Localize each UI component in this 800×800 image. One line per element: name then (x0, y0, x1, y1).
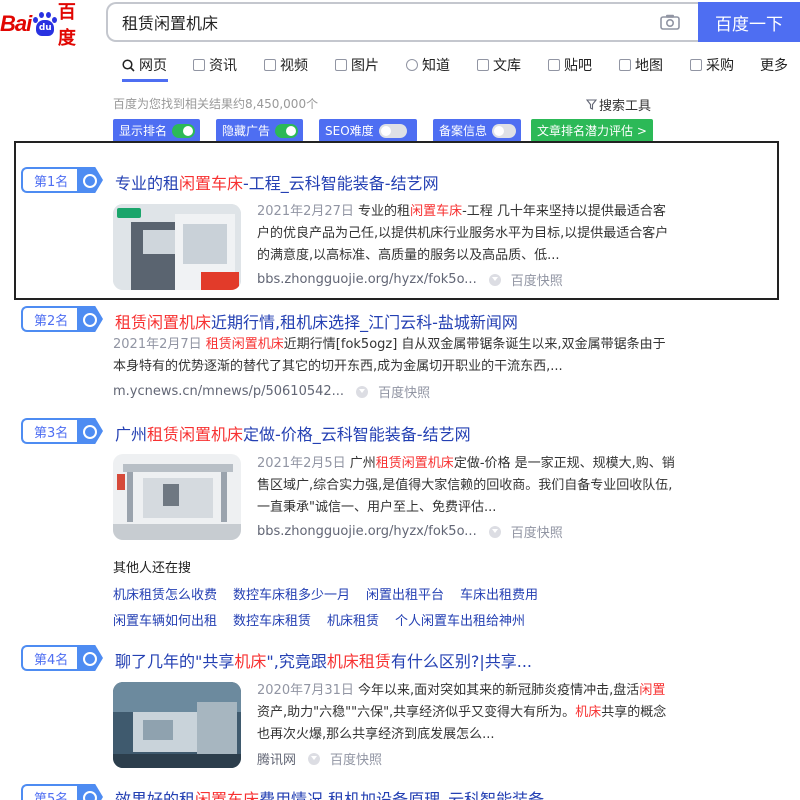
tab-web[interactable]: 网页 (122, 54, 193, 76)
baidu-logo[interactable]: Bai du 百度 (0, 2, 92, 49)
snapshot-link: 百度快照 (330, 753, 383, 768)
result-url[interactable]: 腾讯网 百度快照 (257, 749, 382, 768)
pill-seo-difficulty[interactable]: SEO难度 (319, 119, 417, 142)
rank-arrow-icon (77, 306, 103, 332)
result-count: 百度为您找到相关结果约8,450,000个 (113, 97, 319, 111)
related-search-link[interactable]: 数控车床租多少一月 (233, 584, 350, 603)
result-snippet: 2021年2月5日 广州租赁闲置机床定做-价格 是一家正规、规模大,购、销售区域… (257, 456, 675, 515)
toggle-switch[interactable] (492, 123, 516, 138)
factory-machine-image (113, 682, 241, 768)
doc-icon (477, 59, 489, 71)
rank-badge: 第1名 (21, 167, 103, 193)
tab-purchase[interactable]: 采购 (690, 54, 760, 76)
rank-badge: 第2名 (21, 306, 103, 332)
tieba-icon (548, 59, 560, 71)
dropdown-icon (308, 752, 321, 765)
tab-tieba[interactable]: 贴吧 (548, 54, 619, 76)
snapshot-link: 百度快照 (510, 274, 563, 289)
related-search-link[interactable]: 机床租赁 (327, 610, 379, 629)
rank-badge: 第5名 (21, 784, 103, 800)
dropdown-icon (356, 385, 369, 398)
tab-zhidao[interactable]: 知道 (406, 54, 477, 76)
logo-latin: Bai (0, 11, 32, 36)
toggle-switch[interactable] (275, 123, 298, 138)
rank-arrow-icon (77, 418, 103, 444)
gantry-machine-image (113, 454, 241, 540)
tab-more[interactable]: 更多 (760, 54, 788, 76)
result-url[interactable]: bbs.zhongguojie.org/hyzx/fok5o... 百度快照 (257, 270, 563, 289)
related-search-link[interactable]: 车床出租费用 (460, 584, 538, 603)
tab-map[interactable]: 地图 (619, 54, 690, 76)
result-title[interactable]: 聊了几年的"共享机床",究竟跟机床租赁有什么区别?|共享... (115, 648, 532, 672)
related-searches-title: 其他人还在搜 (113, 561, 192, 576)
result-thumbnail[interactable] (113, 454, 241, 540)
filter-icon (586, 99, 597, 110)
result-snippet: 2020年7月31日 今年以来,面对突如其来的新冠肺炎疫情冲击,盘活闲置资产,助… (257, 683, 667, 742)
map-icon (619, 59, 631, 71)
related-searches-row: 闲置车辆如何出租 数控车床租赁 机床租赁 个人闲置车出租给神州 (113, 610, 541, 629)
camera-icon[interactable] (660, 14, 680, 30)
result-title[interactable]: 租赁闲置机床近期行情,租机床选择_江门云科-盐城新闻网 (115, 309, 518, 333)
result-snippet: 2021年2月7日 租赁闲置机床近期行情[fok5ogz] 自从双金属带锯条诞生… (113, 337, 666, 374)
search-tabs: 网页 资讯 视频 图片 知道 文库 贴吧 地图 采购 更多 (122, 54, 788, 76)
search-tools-button[interactable]: 搜索工具 (586, 95, 651, 114)
related-search-link[interactable]: 数控车床租赁 (233, 610, 311, 629)
related-search-link[interactable]: 机床租赁怎么收费 (113, 584, 217, 603)
result-title[interactable]: 效果好的租闲置车床费用情况,租机加设备原理_云科智能装备... (115, 786, 559, 800)
tab-image[interactable]: 图片 (335, 54, 406, 76)
search-query: 租赁闲置机床 (122, 14, 219, 33)
search-button[interactable]: 百度一下 (698, 2, 800, 42)
pill-icp-info[interactable]: 备案信息 (433, 119, 521, 142)
video-icon (264, 59, 276, 71)
rank-badge: 第4名 (21, 645, 103, 671)
search-input[interactable]: 租赁闲置机床 (106, 2, 700, 42)
result-url[interactable]: bbs.zhongguojie.org/hyzx/fok5o... 百度快照 (257, 522, 563, 541)
result-title[interactable]: 广州租赁闲置机床定做-价格_云科智能装备-结艺网 (115, 421, 471, 445)
active-tab-indicator (122, 79, 168, 82)
pill-article-rank-assess[interactable]: 文章排名潜力评估 > (531, 119, 653, 142)
rank-arrow-icon (77, 645, 103, 671)
toggle-switch[interactable] (172, 123, 195, 138)
related-search-link[interactable]: 闲置车辆如何出租 (113, 610, 217, 629)
result-thumbnail[interactable] (113, 204, 241, 290)
toggle-switch[interactable] (378, 123, 407, 138)
snapshot-link: 百度快照 (510, 526, 563, 541)
result-title[interactable]: 专业的租闲置车床-工程_云科智能装备-结艺网 (115, 170, 439, 194)
rank-badge: 第3名 (21, 418, 103, 444)
plugin-toolbar: 显示排名 隐藏广告 SEO难度 备案信息 文章排名潜力评估 > (113, 119, 653, 142)
result-thumbnail[interactable] (113, 682, 241, 768)
image-icon (335, 59, 347, 71)
dropdown-icon (488, 273, 501, 286)
result-url[interactable]: m.ycnews.cn/mnews/p/50610542... 百度快照 (113, 382, 430, 401)
search-icon (122, 58, 135, 72)
tab-video[interactable]: 视频 (264, 54, 335, 76)
result-snippet: 2021年2月27日 专业的租闲置车床-工程 几十年来坚持以提供最适合客户的优良… (257, 204, 669, 263)
tab-wenku[interactable]: 文库 (477, 54, 548, 76)
paw-icon: du (32, 11, 58, 37)
rank-arrow-icon (77, 784, 103, 800)
question-icon (406, 59, 418, 71)
related-searches-row: 机床租赁怎么收费 数控车床租多少一月 闲置出租平台 车床出租费用 (113, 584, 554, 603)
tab-news[interactable]: 资讯 (193, 54, 264, 76)
related-search-link[interactable]: 闲置出租平台 (366, 584, 444, 603)
dropdown-icon (488, 525, 501, 538)
logo-chinese: 百度 (57, 2, 76, 49)
purchase-icon (690, 59, 702, 71)
pill-hide-ads[interactable]: 隐藏广告 (216, 119, 303, 142)
snapshot-link: 百度快照 (378, 386, 431, 401)
machine-tool-image (113, 204, 241, 290)
related-search-link[interactable]: 个人闲置车出租给神州 (395, 610, 525, 629)
news-icon (193, 59, 205, 71)
pill-show-rank[interactable]: 显示排名 (113, 119, 200, 142)
